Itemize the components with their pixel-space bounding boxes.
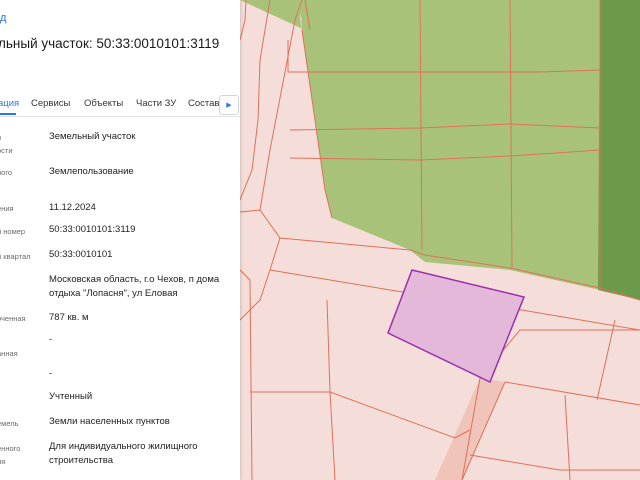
field-label: ия xyxy=(0,457,6,466)
field-label: й квартал xyxy=(0,252,31,261)
field-label: ения xyxy=(0,204,14,213)
field-value: - xyxy=(49,368,53,379)
field-value: - xyxy=(49,334,53,345)
field-value: Земли населенных пунктов xyxy=(49,416,170,427)
chevron-right-icon: ▶ xyxy=(226,102,232,109)
forest-area-dark xyxy=(598,0,640,300)
field-label: емель xyxy=(0,419,19,428)
field-value: 50:33:0010101:3119 xyxy=(49,224,136,235)
tab-objects[interactable]: Объекты xyxy=(84,98,123,109)
back-link[interactable]: д xyxy=(0,12,6,24)
field-value-line2: строительства xyxy=(49,455,114,466)
tab-information[interactable]: ация xyxy=(0,98,19,109)
field-label: й номер xyxy=(0,227,26,236)
field-value-line2: отдыха "Лопасня", ул Еловая xyxy=(49,288,178,299)
field-value: 787 кв. м xyxy=(49,312,89,323)
field-value: Землепользование xyxy=(49,166,134,177)
field-label: оченная xyxy=(0,314,26,323)
info-panel: д льный участок: 50:33:0010101:3119 ация… xyxy=(0,0,240,480)
field-label: ости xyxy=(0,146,13,155)
field-value: Московская область, г.о Чехов, п дома xyxy=(49,274,220,285)
field-label: п xyxy=(0,133,1,143)
field-label: анная xyxy=(0,349,18,358)
map-canvas[interactable] xyxy=(240,0,640,480)
field-label: ного xyxy=(0,168,13,177)
tab-bar: ация Сервисы Объекты Части ЗУ Состав ▶ xyxy=(0,92,240,117)
field-value: Учтенный xyxy=(49,391,93,402)
field-label: енного xyxy=(0,444,21,453)
tab-composition[interactable]: Состав xyxy=(188,98,219,109)
tab-scroll-right-button[interactable]: ▶ xyxy=(219,95,239,115)
active-tab-indicator xyxy=(0,113,16,115)
tab-services[interactable]: Сервисы xyxy=(31,98,70,109)
page-title: льный участок: 50:33:0010101:3119 xyxy=(0,36,220,51)
field-value: Для индивидуального жилищного xyxy=(49,441,198,452)
cadastral-map[interactable] xyxy=(240,0,640,480)
field-value: 11.12.2024 xyxy=(49,202,96,213)
tab-parts[interactable]: Части ЗУ xyxy=(136,98,176,109)
field-value: 50:33:0010101 xyxy=(49,249,113,260)
field-value: Земельный участок xyxy=(49,131,136,142)
